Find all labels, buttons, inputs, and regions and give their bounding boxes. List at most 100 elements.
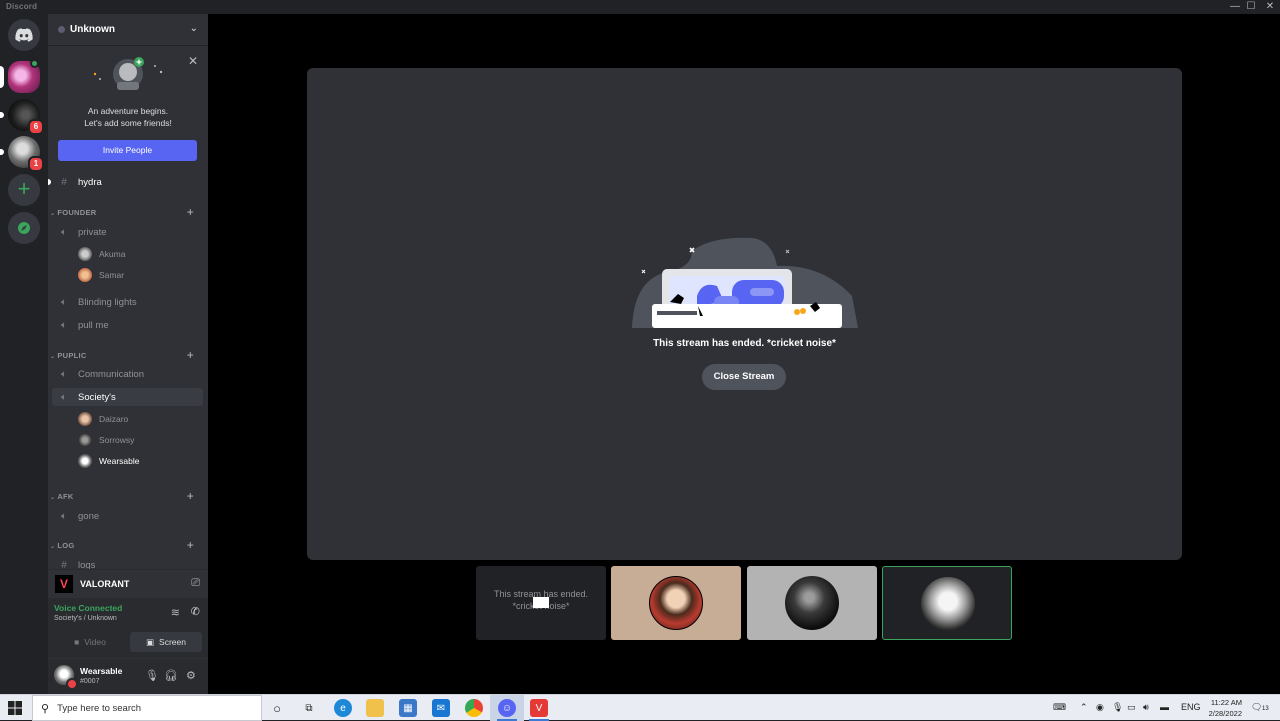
file-explorer-icon[interactable] bbox=[366, 699, 384, 717]
user-tag: #0007 bbox=[80, 678, 100, 685]
unread-indicator bbox=[48, 179, 51, 185]
mention-badge: 6 bbox=[28, 119, 44, 135]
language-indicator[interactable]: ENG bbox=[1181, 702, 1201, 712]
invite-message-line2: Let's add some friends! bbox=[84, 118, 172, 128]
voice-user[interactable]: Daizaro bbox=[78, 411, 128, 427]
valorant-taskbar-icon[interactable]: V bbox=[530, 699, 548, 717]
task-view-icon[interactable]: ⧉ bbox=[300, 699, 318, 717]
edge-icon[interactable]: e bbox=[334, 699, 352, 717]
server-name: Unknown bbox=[70, 24, 115, 35]
voice-user-name: Sorrowsy bbox=[99, 435, 135, 445]
voice-channel-pull-me[interactable]: 🔈︎ pull me bbox=[52, 316, 203, 334]
gear-icon[interactable]: ⚙ bbox=[186, 669, 196, 682]
mail-icon[interactable]: ✉ bbox=[432, 699, 450, 717]
screen-button[interactable]: ▣ Screen bbox=[130, 632, 202, 652]
participant-tile[interactable] bbox=[747, 566, 877, 640]
close-icon[interactable]: ✕ bbox=[188, 54, 198, 68]
channel-name: Communication bbox=[78, 368, 144, 380]
close-stream-button[interactable]: Close Stream bbox=[702, 364, 786, 390]
maximize-button[interactable]: ☐ bbox=[1241, 0, 1261, 14]
text-channel-hydra[interactable]: # hydra bbox=[52, 173, 203, 191]
screen-label: Screen bbox=[159, 637, 186, 647]
cortana-icon[interactable]: ○ bbox=[268, 699, 286, 717]
voice-channel-private[interactable]: 🔈︎ private bbox=[52, 223, 203, 241]
valorant-icon: V bbox=[55, 574, 73, 593]
compass-icon bbox=[18, 222, 30, 234]
voice-channel-societys[interactable]: 🔈︎ Society's bbox=[52, 388, 203, 406]
participant-tile[interactable] bbox=[611, 566, 741, 640]
unread-pill bbox=[0, 112, 4, 118]
avatar bbox=[921, 577, 975, 631]
channel-sidebar: Unknown ⌄ ✕ An adventure begins. Let's a… bbox=[48, 14, 208, 694]
discord-icon bbox=[15, 28, 33, 42]
avatar bbox=[78, 268, 92, 282]
volume-icon[interactable]: 🔊︎ bbox=[1143, 702, 1149, 713]
video-label: Video bbox=[84, 637, 106, 647]
category-log[interactable]: ⌄ LOG + bbox=[50, 538, 200, 553]
store-icon[interactable]: ▦ bbox=[399, 699, 417, 717]
server-voice-dot bbox=[30, 59, 39, 68]
stream-ended-message: This stream has ended. *cricket noise* bbox=[653, 338, 836, 349]
stream-preview-icon bbox=[533, 597, 549, 608]
voice-user[interactable]: Sorrowsy bbox=[78, 432, 134, 448]
battery-icon[interactable]: ▬ bbox=[1160, 702, 1169, 712]
category-puplic[interactable]: ⌄ PUPLIC + bbox=[50, 348, 200, 363]
add-channel-icon[interactable]: + bbox=[187, 348, 194, 362]
video-button[interactable]: ■ Video bbox=[54, 632, 126, 652]
voice-user[interactable]: Akuma bbox=[78, 246, 125, 262]
microphone-icon[interactable]: 🎙︎ bbox=[145, 669, 159, 682]
avatar bbox=[649, 576, 703, 630]
notification-icon[interactable]: 🗨︎ bbox=[1251, 702, 1262, 713]
participant-tile-speaking[interactable] bbox=[882, 566, 1012, 640]
voice-user-name: Akuma bbox=[99, 249, 126, 259]
chevron-down-icon[interactable]: ⌄ bbox=[190, 23, 198, 34]
camera-icon: ■ bbox=[74, 637, 80, 647]
voice-user[interactable]: Samar bbox=[78, 267, 124, 283]
add-channel-icon[interactable]: + bbox=[187, 489, 194, 503]
avatar bbox=[78, 454, 92, 468]
clock-date: 2/28/2022 bbox=[1208, 709, 1242, 718]
screen-share-icon[interactable]: ⎚ bbox=[191, 577, 200, 590]
chrome-icon[interactable] bbox=[465, 699, 483, 717]
category-founder[interactable]: ⌄ FOUNDER + bbox=[50, 205, 200, 220]
home-button[interactable] bbox=[8, 19, 40, 51]
add-channel-icon[interactable]: + bbox=[187, 538, 194, 552]
voice-channel-communication[interactable]: 🔈︎ Communication bbox=[52, 365, 203, 383]
add-channel-icon[interactable]: + bbox=[187, 205, 194, 219]
show-hidden-icons[interactable]: ⌃ bbox=[1080, 702, 1088, 713]
voice-status[interactable]: Voice Connected bbox=[54, 603, 122, 613]
voice-channel-blinding-lights[interactable]: 🔈︎ Blinding lights bbox=[52, 293, 203, 311]
keyboard-icon[interactable]: ⌨ bbox=[1053, 702, 1066, 713]
tray-mic-icon[interactable]: 🎙︎ bbox=[1112, 702, 1123, 713]
username: Wearsable bbox=[80, 666, 123, 676]
status-badge bbox=[66, 678, 78, 690]
tray-app-icon[interactable]: ◉ bbox=[1096, 702, 1104, 713]
taskbar-search[interactable]: ⚲ Type here to search bbox=[32, 695, 262, 721]
server-rail: 6 1 + bbox=[0, 14, 48, 694]
category-afk[interactable]: ⌄ AFK + bbox=[50, 489, 200, 504]
search-placeholder: Type here to search bbox=[57, 702, 142, 714]
headphones-icon[interactable]: 🎧︎ bbox=[164, 669, 178, 682]
add-server-button[interactable]: + bbox=[8, 174, 40, 206]
discord-taskbar-icon[interactable]: ☺ bbox=[498, 699, 516, 717]
taskbar-clock[interactable]: 11:22 AM 2/28/2022 bbox=[1209, 697, 1242, 719]
noise-suppression-icon[interactable]: ≋ bbox=[171, 606, 180, 619]
search-icon: ⚲ bbox=[41, 702, 50, 715]
avatar bbox=[78, 412, 92, 426]
server-header[interactable]: Unknown ⌄ bbox=[48, 14, 208, 46]
explore-servers-button[interactable] bbox=[8, 212, 40, 244]
stream-tile-ended[interactable]: This stream has ended. *cricket noise* bbox=[476, 566, 606, 640]
channel-name: hydra bbox=[78, 176, 102, 188]
voice-user-name: Samar bbox=[99, 270, 125, 280]
speaker-icon: 🔈︎ bbox=[61, 226, 67, 238]
network-icon[interactable]: ▭ bbox=[1127, 702, 1136, 713]
voice-user[interactable]: Wearsable bbox=[78, 453, 139, 469]
close-window-button[interactable]: ✕ bbox=[1260, 0, 1280, 14]
avatar bbox=[78, 247, 92, 261]
invite-people-button[interactable]: Invite People bbox=[58, 140, 197, 161]
windows-start-icon[interactable] bbox=[6, 699, 24, 717]
disconnect-icon[interactable]: ✆ bbox=[191, 605, 200, 618]
voice-channel-gone[interactable]: 🔈︎ gone bbox=[52, 507, 203, 525]
hash-icon: # bbox=[61, 176, 67, 188]
channel-name: Blinding lights bbox=[78, 296, 137, 308]
